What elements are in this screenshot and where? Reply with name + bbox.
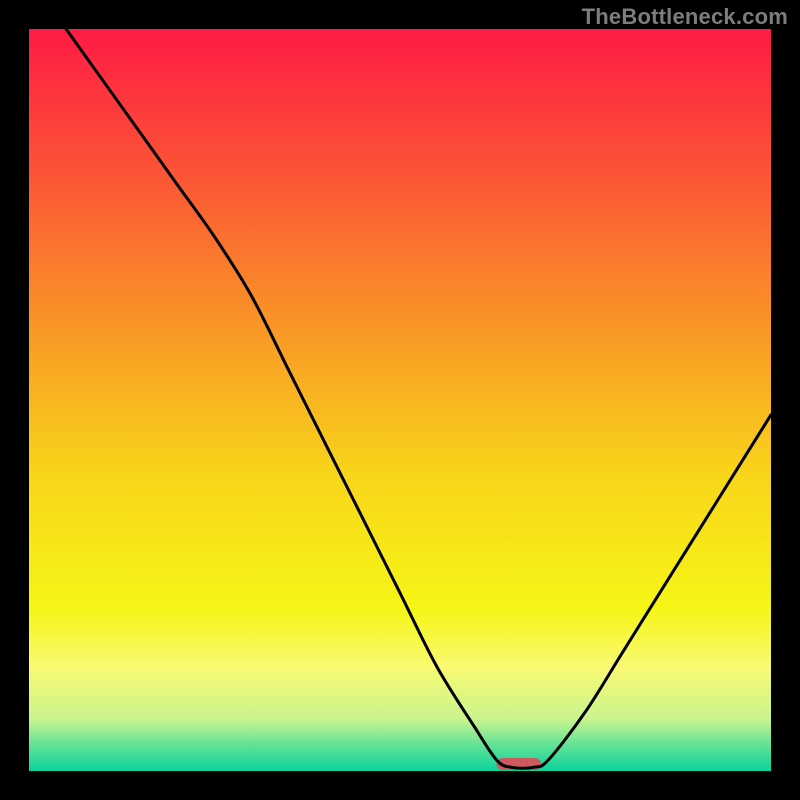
plot-area: [29, 29, 771, 771]
watermark-text: TheBottleneck.com: [582, 4, 788, 30]
chart-svg: [29, 29, 771, 771]
chart-frame: TheBottleneck.com: [0, 0, 800, 800]
gradient-background: [29, 29, 771, 771]
